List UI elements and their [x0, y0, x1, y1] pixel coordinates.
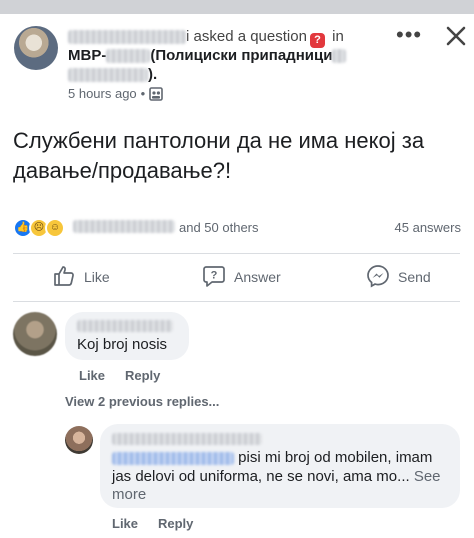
- messenger-icon: [367, 265, 389, 288]
- group-name-line[interactable]: MBP- (Полициски припадници: [68, 46, 347, 66]
- reply-text-2: jas delovi od uniforma, ne se novi, ama …: [112, 468, 410, 485]
- meta-separator: •: [140, 86, 146, 101]
- comment-like-button[interactable]: Like: [79, 368, 105, 383]
- comment-author-redacted[interactable]: [77, 320, 173, 332]
- see-more-link-2[interactable]: more: [112, 485, 146, 505]
- comment-bubble: Koj broj nosis: [65, 312, 189, 360]
- top-status-bar: [0, 0, 474, 14]
- more-options-icon[interactable]: •••: [396, 24, 422, 46]
- divider: [13, 253, 460, 254]
- group-privacy-icon: [149, 87, 164, 105]
- answer-label: Answer: [234, 269, 281, 285]
- post-body: Службени пантолони да не има некој за да…: [13, 128, 425, 183]
- reply-text-line1: pisi mi broj od mobilen, imam: [112, 448, 452, 468]
- group-prefix[interactable]: MBP-: [68, 47, 106, 64]
- like-icon: [54, 266, 74, 286]
- reply-like-button[interactable]: Like: [112, 516, 138, 531]
- mention-redacted[interactable]: [112, 451, 234, 465]
- post-meta: 5 hours ago •: [68, 86, 164, 105]
- reply-bubble: pisi mi broj od mobilen, imam jas delovi…: [100, 424, 460, 508]
- reactions-summary[interactable]: 👍 ☹ ☺ and 50 others 45 answers: [13, 216, 465, 240]
- group-name-line-2[interactable]: ).: [68, 66, 158, 83]
- answer-icon: ?: [203, 266, 225, 287]
- answer-button[interactable]: ? Answer: [202, 264, 281, 290]
- group-name[interactable]: (Полициски припадници: [150, 47, 332, 64]
- commenter-avatar[interactable]: [13, 312, 57, 356]
- post-header-line: i asked a question? in: [68, 27, 344, 48]
- send-button[interactable]: Send: [366, 264, 431, 290]
- reply-text-1: pisi mi broj od mobilen, imam: [234, 449, 433, 466]
- post-timestamp[interactable]: 5 hours ago: [68, 86, 137, 101]
- group-name-redacted-3: [68, 67, 148, 82]
- haha-reaction-icon: ☺: [45, 218, 65, 238]
- in-text: in: [332, 28, 344, 45]
- author-name-redacted[interactable]: [68, 30, 186, 45]
- divider: [13, 301, 460, 302]
- svg-text:?: ?: [211, 270, 218, 282]
- answers-count[interactable]: 45 answers: [395, 220, 461, 235]
- like-label: Like: [84, 269, 110, 285]
- reply-author-avatar[interactable]: [65, 426, 93, 454]
- reply-text-line2: jas delovi od uniforma, ne se novi, ama …: [112, 467, 452, 487]
- see-more-link[interactable]: See: [410, 468, 441, 485]
- reply-reply-button[interactable]: Reply: [158, 516, 193, 531]
- view-previous-replies-link[interactable]: View 2 previous replies...: [65, 394, 219, 409]
- group-suffix: ).: [148, 66, 158, 83]
- like-button[interactable]: Like: [52, 264, 110, 290]
- author-avatar[interactable]: [14, 26, 58, 70]
- reply-author-redacted[interactable]: [112, 433, 262, 445]
- close-icon[interactable]: [444, 24, 470, 50]
- comment-reply-button[interactable]: Reply: [125, 368, 160, 383]
- asked-text: asked a question: [193, 28, 307, 45]
- group-name-redacted: [106, 49, 151, 64]
- comment-text: Koj broj nosis: [77, 336, 168, 353]
- reactor-names-redacted[interactable]: [73, 220, 175, 233]
- group-name-redacted-2: [332, 49, 347, 64]
- reactions-others-count[interactable]: and 50 others: [179, 220, 259, 235]
- author-name-tail: i: [186, 28, 190, 45]
- send-label: Send: [398, 269, 431, 285]
